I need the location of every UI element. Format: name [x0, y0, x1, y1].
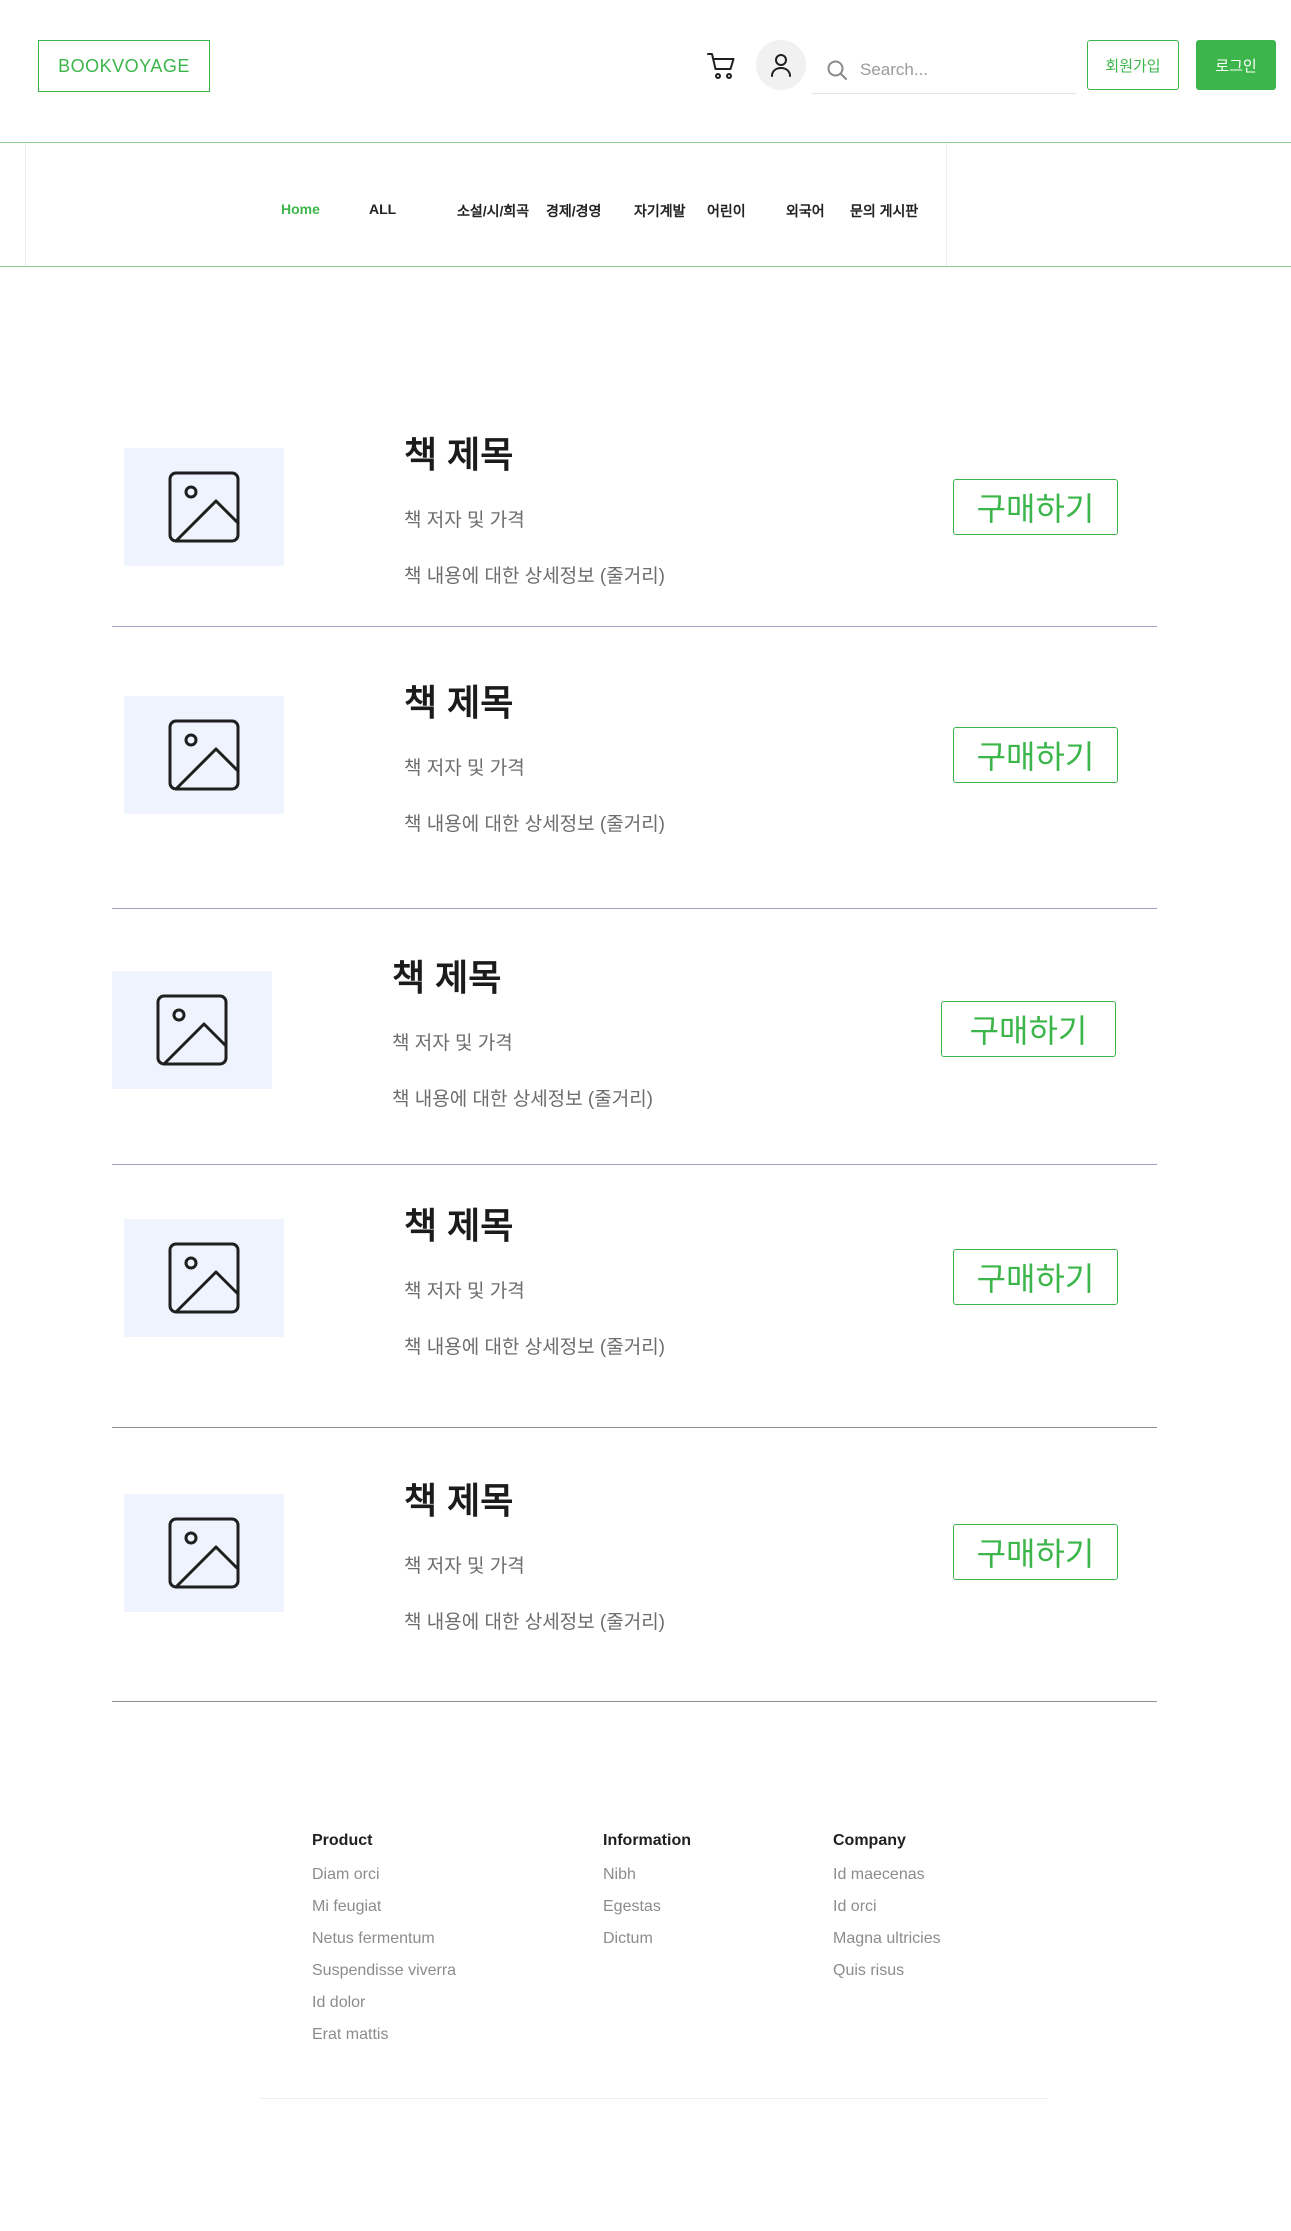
nav-item-inquiry-board[interactable]: 문의 게시판: [850, 201, 918, 221]
user-icon[interactable]: [756, 40, 806, 90]
nav-item-foreign-language[interactable]: 외국어: [786, 201, 825, 221]
image-placeholder-icon: [168, 1242, 240, 1314]
nav-item-economy[interactable]: 경제/경영: [546, 201, 601, 221]
book-thumbnail[interactable]: [124, 1494, 284, 1612]
image-placeholder-icon: [156, 994, 228, 1066]
login-button[interactable]: 로그인: [1196, 40, 1276, 90]
book-thumbnail[interactable]: [112, 971, 272, 1089]
book-title[interactable]: 책 제목: [404, 674, 513, 726]
buy-button[interactable]: 구매하기: [941, 1001, 1116, 1057]
book-thumbnail[interactable]: [124, 448, 284, 566]
book-author-price: 책 저자 및 가격: [404, 1556, 525, 1577]
book-author-price: 책 저자 및 가격: [404, 1281, 525, 1302]
footer-link[interactable]: Suspendisse viverra: [312, 1962, 456, 1994]
footer-link[interactable]: Erat mattis: [312, 2026, 456, 2058]
footer-link[interactable]: Dictum: [603, 1930, 691, 1962]
search-bar[interactable]: [812, 46, 1076, 94]
search-input[interactable]: [860, 59, 1060, 80]
buy-button[interactable]: 구매하기: [953, 1249, 1118, 1305]
footer-heading: Company: [833, 1832, 906, 1849]
search-icon: [827, 60, 847, 80]
footer-link[interactable]: Id orci: [833, 1898, 941, 1930]
buy-button[interactable]: 구매하기: [953, 479, 1118, 535]
nav-item-self-help[interactable]: 자기계발: [634, 201, 686, 221]
image-placeholder-icon: [168, 1517, 240, 1589]
footer-link[interactable]: Egestas: [603, 1898, 691, 1930]
cart-icon[interactable]: [706, 50, 738, 82]
footer-heading: Product: [312, 1832, 373, 1849]
book-description: 책 내용에 대한 상세정보 (줄거리): [392, 1089, 654, 1110]
nav-item-all[interactable]: ALL: [369, 201, 396, 217]
nav-item-children[interactable]: 어린이: [707, 201, 746, 221]
footer-link[interactable]: Diam orci: [312, 1866, 456, 1898]
footer-column-product: Product Diam orci Mi feugiat Netus ferme…: [312, 1832, 456, 2058]
footer-link[interactable]: Nibh: [603, 1866, 691, 1898]
book-description: 책 내용에 대한 상세정보 (줄거리): [404, 814, 666, 835]
footer-divider: [260, 2098, 1048, 2099]
book-title[interactable]: 책 제목: [392, 949, 501, 1001]
book-description: 책 내용에 대한 상세정보 (줄거리): [404, 1337, 666, 1358]
signup-button[interactable]: 회원가입: [1087, 40, 1179, 90]
book-thumbnail[interactable]: [124, 696, 284, 814]
book-author-price: 책 저자 및 가격: [392, 1033, 513, 1054]
image-placeholder-icon: [168, 471, 240, 543]
book-description: 책 내용에 대한 상세정보 (줄거리): [404, 566, 666, 587]
footer-link[interactable]: Mi feugiat: [312, 1898, 456, 1930]
book-author-price: 책 저자 및 가격: [404, 510, 525, 531]
book-title[interactable]: 책 제목: [404, 426, 513, 478]
book-title[interactable]: 책 제목: [404, 1197, 513, 1249]
footer-column-information: Information Nibh Egestas Dictum: [603, 1832, 691, 1962]
logo[interactable]: BOOKVOYAGE: [38, 40, 210, 92]
book-divider: [112, 1427, 1157, 1428]
book-title[interactable]: 책 제목: [404, 1472, 513, 1524]
footer-link[interactable]: Id maecenas: [833, 1866, 941, 1898]
image-placeholder-icon: [168, 719, 240, 791]
book-divider: [112, 1164, 1157, 1165]
footer-link[interactable]: Id dolor: [312, 1994, 456, 2026]
nav-item-novel[interactable]: 소설/시/희곡: [457, 201, 529, 221]
book-divider: [112, 626, 1157, 627]
buy-button[interactable]: 구매하기: [953, 727, 1118, 783]
book-divider: [112, 1701, 1157, 1702]
buy-button[interactable]: 구매하기: [953, 1524, 1118, 1580]
book-author-price: 책 저자 및 가격: [404, 758, 525, 779]
footer-link[interactable]: Netus fermentum: [312, 1930, 456, 1962]
book-description: 책 내용에 대한 상세정보 (줄거리): [404, 1612, 666, 1633]
footer-column-company: Company Id maecenas Id orci Magna ultric…: [833, 1832, 941, 1994]
nav-bottom-divider: [0, 266, 1291, 267]
book-divider: [112, 908, 1157, 909]
footer-link[interactable]: Quis risus: [833, 1962, 941, 1994]
footer-heading: Information: [603, 1832, 691, 1849]
footer-link[interactable]: Magna ultricies: [833, 1930, 941, 1962]
book-thumbnail[interactable]: [124, 1219, 284, 1337]
nav-item-home[interactable]: Home: [281, 201, 320, 217]
